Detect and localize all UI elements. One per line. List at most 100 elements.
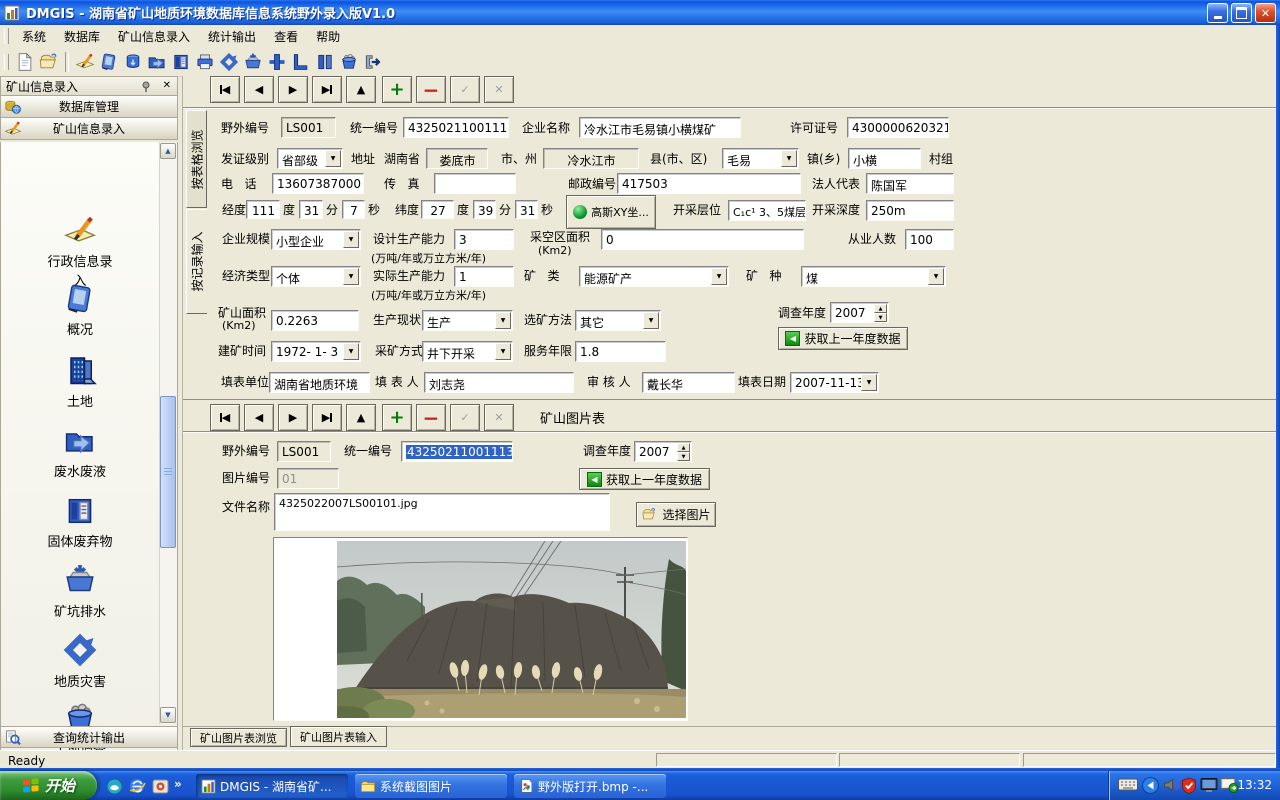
scrollbar-thumb[interactable] <box>160 396 176 548</box>
lat-sec-input[interactable]: 31 <box>515 200 538 219</box>
open-file-icon[interactable] <box>38 51 60 73</box>
sidebar-close-icon[interactable]: ✕ <box>163 80 171 91</box>
sidebar-group-query-output[interactable]: 查询统计输出 <box>0 726 178 748</box>
menu-item-help[interactable]: 帮助 <box>307 25 349 48</box>
tab-table-browse[interactable]: 按表格浏览 <box>186 110 207 208</box>
sidebar-item-solid-waste[interactable]: 固体废弃物 <box>1 494 159 550</box>
quicklaunch-ie-icon[interactable] <box>127 776 147 796</box>
pic-nav-next-button[interactable]: ▶ <box>278 404 308 431</box>
economy-type-combo[interactable]: 个体▼ <box>271 266 361 287</box>
restore-button[interactable] <box>1231 3 1252 23</box>
mining-depth-input[interactable]: 250m <box>866 200 954 221</box>
mineral-kind-combo[interactable]: 煤▼ <box>801 266 946 287</box>
toolbar-picture-icon[interactable] <box>338 51 360 73</box>
fill-date-combo[interactable]: 2007-11-13▼ <box>790 372 879 393</box>
pic-nav-last-button[interactable]: ▶ <box>312 404 342 431</box>
menu-item-view[interactable]: 查看 <box>265 25 307 48</box>
enterprise-scale-combo[interactable]: 小型企业▼ <box>271 229 361 250</box>
toolbar-survey-icon[interactable] <box>242 51 264 73</box>
start-button[interactable]: 开始 <box>0 771 97 800</box>
fax-input[interactable] <box>434 173 516 194</box>
mineral-class-combo[interactable]: 能源矿产▼ <box>579 266 729 287</box>
spin-down-icon[interactable]: ▼ <box>874 313 887 322</box>
nav-edit-button[interactable]: ▲ <box>346 76 376 103</box>
goaf-area-input[interactable]: 0 <box>601 229 804 250</box>
fill-unit-input[interactable]: 湖南省地质环境 <box>269 372 370 393</box>
nav-prior-button[interactable]: ◀ <box>244 76 274 103</box>
toolbar-entry-icon[interactable] <box>74 51 96 73</box>
language-bar-icon[interactable] <box>1142 777 1159 797</box>
taskbar-item-bmp-file[interactable]: 野外版打开.bmp -... <box>514 774 666 798</box>
taskbar-item-screenshots-folder[interactable]: 系统截图图片 <box>355 774 507 798</box>
lat-min-input[interactable]: 39 <box>473 200 496 219</box>
dressing-method-combo[interactable]: 其它▼ <box>575 310 661 331</box>
legal-rep-input[interactable]: 陈国军 <box>866 173 954 194</box>
county-combo[interactable]: 毛易▼ <box>722 148 799 169</box>
toolbar-solid-waste-icon[interactable] <box>170 51 192 73</box>
phone-input[interactable]: 13607387000 <box>272 173 364 194</box>
toolbar-drainage-icon[interactable] <box>194 51 216 73</box>
pic-nav-post-button[interactable]: ✓ <box>450 404 480 431</box>
survey-year-spinner[interactable]: 2007 ▲ ▼ <box>830 302 889 323</box>
volume-icon[interactable] <box>1163 777 1180 796</box>
field-no-input[interactable]: LS001 <box>281 117 336 138</box>
file-name-input[interactable]: 4325022007LS00101.jpg <box>274 493 610 531</box>
exit-icon[interactable] <box>362 51 384 73</box>
pin-icon[interactable] <box>141 81 153 93</box>
cert-level-combo[interactable]: 省部级▼ <box>277 148 343 169</box>
sidebar-item-pit-drainage[interactable]: 矿坑排水 <box>1 562 159 620</box>
quicklaunch-more-icon[interactable]: » <box>174 777 182 791</box>
display-icon[interactable] <box>1200 777 1219 796</box>
security-shield-icon[interactable] <box>1181 777 1197 797</box>
city-box[interactable]: 娄底市 <box>426 148 488 169</box>
mining-method-combo[interactable]: 井下开采▼ <box>422 341 513 362</box>
tab-picture-browse[interactable]: 矿山图片表浏览 <box>190 728 287 747</box>
toolbar-query-icon[interactable] <box>314 51 336 73</box>
choose-picture-button[interactable]: 选择图片 <box>636 502 716 527</box>
spin-up-icon[interactable]: ▲ <box>677 443 690 452</box>
built-date-combo[interactable]: 1972- 1- 3▼ <box>271 341 361 362</box>
scroll-up-icon[interactable]: ▲ <box>160 143 176 159</box>
spin-up-icon[interactable]: ▲ <box>874 304 887 313</box>
pic-nav-edit-button[interactable]: ▲ <box>346 404 376 431</box>
scroll-down-icon[interactable]: ▼ <box>160 707 176 723</box>
zip-input[interactable]: 417503 <box>617 173 801 194</box>
mine-area-input[interactable]: 0.2263 <box>271 310 359 331</box>
minimize-button[interactable] <box>1207 3 1228 23</box>
sidebar-scrollbar[interactable]: ▲ ▼ <box>159 142 177 724</box>
pic-nav-delete-button[interactable]: − <box>416 404 446 431</box>
lon-min-input[interactable]: 31 <box>299 200 323 219</box>
service-years-input[interactable]: 1.8 <box>575 341 666 362</box>
pic-field-no-input[interactable]: LS001 <box>277 441 331 462</box>
taskbar-item-dmgis[interactable]: DMGIS - 湖南省矿... <box>196 774 348 798</box>
production-status-combo[interactable]: 生产▼ <box>422 310 513 331</box>
prefecture-box[interactable]: 冷水江市 <box>543 148 639 169</box>
nav-post-button[interactable]: ✓ <box>450 76 480 103</box>
nav-cancel-button[interactable]: ✕ <box>484 76 514 103</box>
spin-down-icon[interactable]: ▼ <box>677 452 690 461</box>
nav-first-button[interactable]: ◀ <box>210 76 240 103</box>
lon-deg-input[interactable]: 111 <box>246 200 280 219</box>
sidebar-item-overview[interactable]: 概况 <box>1 282 159 338</box>
toolbar-stat-icon[interactable] <box>290 51 312 73</box>
sidebar-item-admin-info-entry[interactable]: 行政信息录入 <box>1 214 159 289</box>
lon-sec-input[interactable]: 7 <box>342 200 365 219</box>
fetch-previous-year-button[interactable]: ◀获取上一年度数据 <box>778 327 908 350</box>
scheduler-icon[interactable] <box>1220 777 1239 796</box>
enterprise-name-input[interactable]: 冷水江市毛易镇小横煤矿 <box>579 117 741 138</box>
tab-picture-input[interactable]: 矿山图片表输入 <box>290 726 387 747</box>
close-button[interactable]: ✕ <box>1255 3 1276 23</box>
nav-last-button[interactable]: ▶ <box>312 76 342 103</box>
design-capacity-input[interactable]: 3 <box>454 229 514 250</box>
pic-fetch-previous-year-button[interactable]: ◀获取上一年度数据 <box>579 468 710 490</box>
nav-next-button[interactable]: ▶ <box>278 76 308 103</box>
quicklaunch-messenger-icon[interactable] <box>104 776 124 796</box>
pic-nav-first-button[interactable]: ◀ <box>210 404 240 431</box>
pic-unified-no-input[interactable]: 43250211001113 <box>401 441 513 462</box>
toolbar-wastewater-icon[interactable] <box>146 51 168 73</box>
workers-input[interactable]: 100 <box>905 229 954 250</box>
menu-item-stats-output[interactable]: 统计输出 <box>199 25 265 48</box>
sidebar-item-land[interactable]: 土地 <box>1 352 159 410</box>
town-input[interactable]: 小横 <box>848 148 921 169</box>
toolbar-overview-icon[interactable] <box>98 51 120 73</box>
